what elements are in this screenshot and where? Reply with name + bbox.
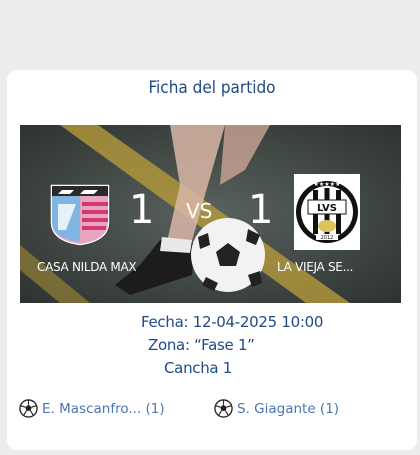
home-scorer-name: E. Mascanfro... (1) (42, 400, 165, 417)
svg-text:★★★★★: ★★★★★ (314, 181, 341, 188)
svg-text:2012: 2012 (321, 235, 334, 241)
card-title: Ficha del partido (148, 78, 276, 98)
away-scorer-name: S. Giagante (1) (237, 400, 340, 417)
casa-nilda-max-crest-icon (49, 183, 111, 247)
lvs-crest-icon: LVS 2012 ★★★★★ (294, 174, 360, 250)
soccer-ball-icon (19, 399, 38, 418)
home-scorer[interactable]: E. Mascanfro... (1) (19, 399, 165, 418)
home-score: 1 (129, 187, 155, 233)
match-zone: Zona: “Fase 1” (148, 336, 255, 354)
svg-text:LVS: LVS (317, 203, 337, 214)
match-field: Cancha 1 (164, 359, 233, 377)
vs-label: VS (186, 199, 213, 223)
match-banner: 1 VS 1 LVS 2012 ★★★★★ CASA NILDA MAX LA … (20, 125, 401, 303)
away-score: 1 (248, 187, 274, 233)
home-team-name: CASA NILDA MAX (37, 260, 137, 274)
away-scorer[interactable]: S. Giagante (1) (214, 399, 339, 418)
soccer-ball-icon (214, 399, 233, 418)
match-date: Fecha: 12-04-2025 10:00 (141, 313, 324, 331)
away-team-name: LA VIEJA SE... (277, 260, 354, 274)
match-card: Ficha del partido 1 VS 1 LVS 2012 ★★★★★ … (7, 70, 417, 450)
